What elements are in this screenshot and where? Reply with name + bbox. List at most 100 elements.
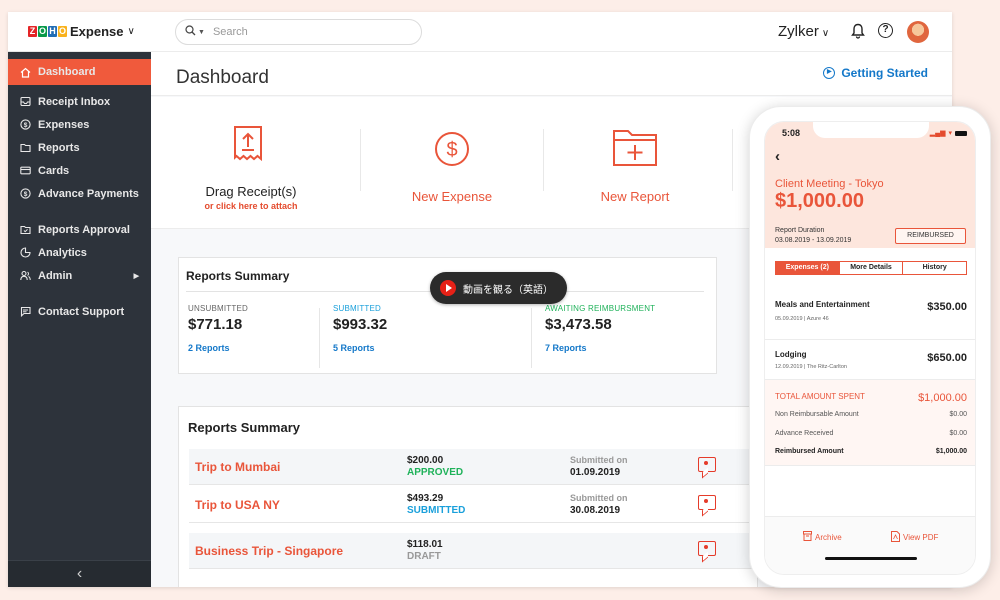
table-row[interactable]: Trip to Mumbai $200.00 APPROVED Submitte…	[189, 449, 757, 485]
new-expense-label: New Expense	[411, 189, 493, 204]
view-pdf-button[interactable]: View PDF	[891, 531, 938, 544]
youtube-play-icon	[440, 280, 456, 296]
expense-name: Meals and Entertainment	[775, 300, 870, 309]
report-title: Client Meeting - Tokyo	[775, 178, 884, 190]
divider	[319, 308, 320, 368]
watch-video-button[interactable]: 動画を観る（英語）	[430, 272, 567, 304]
submitted-date: 30.08.2019	[570, 505, 621, 516]
chat-icon	[19, 306, 31, 318]
top-bar: ▼ Search Zylker ∨ ?	[151, 12, 952, 52]
signal-icon: ▂▄▆	[929, 130, 946, 137]
comment-icon[interactable]	[698, 495, 716, 510]
avatar[interactable]	[907, 21, 929, 43]
analytics-icon	[19, 247, 31, 259]
submenu-arrow-icon: ▶	[133, 272, 139, 280]
phone-notch	[813, 122, 929, 138]
divider	[732, 129, 733, 191]
non-reimbursable-row: Non Reimbursable Amount $0.00	[775, 411, 967, 418]
totals-section: TOTAL AMOUNT SPENT $1,000.00 Non Reimburs…	[765, 380, 975, 466]
sidebar-item-label: Receipt Inbox	[38, 95, 111, 108]
status-badge: REIMBURSED	[895, 228, 966, 244]
report-amount: $1,000.00	[775, 190, 864, 212]
expense-amount: $650.00	[927, 352, 967, 364]
org-name: Zylker	[778, 23, 819, 40]
battery-icon	[955, 130, 967, 136]
attach-link[interactable]: or click here to attach	[151, 201, 351, 211]
expense-name: Lodging	[775, 350, 807, 359]
sidebar-item-expenses[interactable]: $ Expenses	[8, 113, 151, 136]
search-scope-dropdown-icon[interactable]: ▼	[198, 29, 205, 36]
tab-expenses[interactable]: Expenses (2)	[776, 262, 840, 274]
reports-link[interactable]: 5 Reports	[333, 343, 387, 353]
reports-link[interactable]: 7 Reports	[545, 343, 655, 353]
new-folder-icon	[612, 129, 658, 172]
expense-meta: 05.09.2019 | Azure 46	[775, 316, 829, 322]
bell-icon[interactable]	[851, 23, 865, 44]
collapse-sidebar-button[interactable]: ‹	[8, 560, 151, 587]
receipt-upload-icon	[233, 125, 263, 168]
sidebar-item-advance-payments[interactable]: $ Advance Payments	[8, 182, 151, 205]
getting-started-link[interactable]: ▶ Getting Started	[823, 66, 928, 80]
getting-started-label: Getting Started	[841, 66, 928, 80]
svg-text:$: $	[23, 122, 27, 129]
chevron-left-icon: ‹	[76, 565, 83, 582]
sidebar-item-label: Cards	[38, 164, 70, 177]
sidebar-item-admin[interactable]: Admin ▶	[8, 264, 151, 287]
sidebar-item-label: Advance Payments	[38, 187, 139, 200]
help-icon[interactable]: ?	[878, 23, 893, 38]
new-report-button[interactable]: New Report	[544, 97, 726, 229]
app-name: Expense	[70, 24, 124, 39]
report-amount: $493.29	[407, 493, 444, 504]
advance-icon: $	[19, 188, 31, 200]
report-name[interactable]: Trip to Mumbai	[195, 460, 280, 474]
chevron-down-icon: ∨	[821, 28, 830, 39]
phone-tabs: Expenses (2) More Details History	[775, 261, 967, 275]
brand-switcher[interactable]: Z O H O Expense ∨	[8, 12, 151, 52]
status-badge: SUBMITTED	[407, 505, 466, 516]
tab-history[interactable]: History	[903, 262, 966, 274]
archive-button[interactable]: Archive	[803, 531, 842, 543]
report-name[interactable]: Business Trip - Singapore	[195, 544, 343, 558]
sidebar-item-receipt-inbox[interactable]: Receipt Inbox	[8, 90, 151, 113]
sidebar-item-contact-support[interactable]: Contact Support	[8, 300, 151, 323]
new-expense-button[interactable]: $ New Expense	[361, 97, 543, 229]
card-title: Reports Summary	[186, 269, 290, 283]
sidebar-item-reports-approval[interactable]: Reports Approval	[8, 218, 151, 241]
submitted-label: Submitted on	[570, 493, 628, 503]
report-name[interactable]: Trip to USA NY	[195, 498, 280, 512]
comment-icon[interactable]	[698, 457, 716, 472]
tab-more-details[interactable]: More Details	[840, 262, 904, 274]
expense-row[interactable]: Meals and Entertainment 05.09.2019 | Azu…	[765, 290, 975, 340]
sidebar: Z O H O Expense ∨ Dashboard Receipt Inbo…	[8, 12, 151, 587]
sidebar-item-dashboard[interactable]: Dashboard	[8, 59, 151, 85]
expense-row[interactable]: Lodging 12.09.2019 | The Ritz-Carlton $6…	[765, 340, 975, 380]
table-row[interactable]: Business Trip - Singapore $118.01 DRAFT	[189, 533, 757, 569]
inbox-icon	[19, 96, 31, 108]
new-report-label: New Report	[600, 189, 670, 204]
table-row[interactable]: Trip to USA NY $493.29 SUBMITTED Submitt…	[189, 487, 757, 523]
comment-icon[interactable]	[698, 541, 716, 556]
total-spent-row: TOTAL AMOUNT SPENT $1,000.00	[775, 392, 967, 404]
phone-footer: Archive View PDF	[765, 516, 975, 574]
expense-amount: $350.00	[927, 301, 967, 313]
users-icon	[19, 270, 31, 282]
chevron-down-icon: ∨	[127, 26, 135, 37]
reports-link[interactable]: 2 Reports	[188, 343, 248, 353]
summary-unsubmitted: UNSUBMITTED $771.18 2 Reports	[188, 304, 248, 353]
report-amount: $118.01	[407, 539, 443, 550]
advance-received-row: Advance Received $0.00	[775, 430, 967, 437]
phone-status-icons: ▂▄▆ ▾	[930, 129, 967, 137]
sidebar-item-label: Reports	[38, 141, 80, 154]
report-header: 5:08 ▂▄▆ ▾ ‹ Client Meeting - Tokyo $1,0…	[765, 122, 975, 248]
reimbursed-amount-row: Reimbursed Amount $1,000.00	[775, 448, 967, 455]
sidebar-item-analytics[interactable]: Analytics	[8, 241, 151, 264]
sidebar-item-cards[interactable]: Cards	[8, 159, 151, 182]
back-chevron-icon[interactable]: ‹	[775, 148, 780, 165]
org-switcher[interactable]: Zylker ∨	[778, 23, 829, 40]
search-input[interactable]: ▼ Search	[175, 19, 422, 45]
folder-icon	[19, 142, 31, 154]
sidebar-item-label: Expenses	[38, 118, 90, 131]
drag-receipt-dropzone[interactable]: Drag Receipt(s) or click here to attach	[151, 97, 351, 229]
sidebar-item-reports[interactable]: Reports	[8, 136, 151, 159]
sidebar-item-label: Admin	[38, 269, 73, 282]
